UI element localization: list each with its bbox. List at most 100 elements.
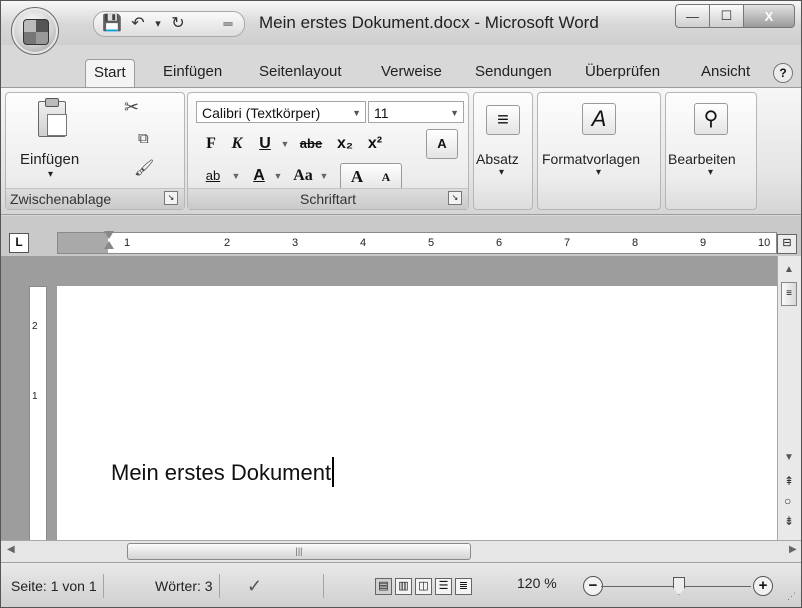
ruler-number: 2: [224, 237, 231, 249]
print-layout-icon[interactable]: ▤: [375, 578, 392, 595]
indent-marker-icon[interactable]: [104, 231, 114, 253]
vertical-ruler: 2 1: [29, 286, 47, 540]
scroll-right-icon[interactable]: ▶: [789, 544, 797, 555]
word-window: 💾 ↶ ▾ ↻ ═ Mein erstes Dokument.docx - Mi…: [0, 0, 802, 608]
superscript-button[interactable]: x²: [362, 131, 388, 157]
font-group: Calibri (Textkörper) ▼ 11 ▼ F K U ▼ abe …: [187, 92, 469, 210]
format-painter-icon[interactable]: 🖌: [134, 159, 154, 179]
ruler-number: 10: [758, 237, 771, 249]
font-color-dropdown-icon[interactable]: ▼: [272, 163, 284, 189]
view-ruler-icon[interactable]: ⊟: [777, 234, 797, 254]
tab-sendungen[interactable]: Sendungen: [467, 59, 560, 87]
document-page[interactable]: Mein erstes Dokument: [57, 286, 777, 540]
paragraph-group[interactable]: ≡ Absatz ▾: [473, 92, 533, 210]
ribbon-tabs: Start Einfügen Seitenlayout Verweise Sen…: [1, 57, 801, 87]
save-icon[interactable]: 💾: [102, 14, 122, 34]
full-screen-reading-icon[interactable]: ▥: [395, 578, 412, 595]
clear-formatting-button[interactable]: A: [426, 129, 458, 159]
tab-seitenlayout[interactable]: Seitenlayout: [251, 59, 350, 87]
zoom-in-button[interactable]: +: [753, 576, 773, 596]
copy-icon[interactable]: ⧉: [138, 129, 149, 149]
document-body[interactable]: Mein erstes Dokument: [111, 457, 335, 487]
undo-dropdown-icon[interactable]: ▾: [148, 14, 168, 34]
underline-button[interactable]: U: [254, 131, 276, 157]
undo-icon[interactable]: ↶: [128, 14, 148, 34]
shrink-font-button[interactable]: A: [373, 164, 399, 190]
grow-font-button[interactable]: A: [343, 164, 371, 190]
styles-label: Formatvorlagen: [542, 151, 641, 167]
customize-toolbar-icon[interactable]: ═: [218, 14, 238, 34]
tab-einfuegen[interactable]: Einfügen: [155, 59, 230, 87]
previous-page-icon[interactable]: ⇞: [784, 474, 794, 488]
zoom-out-button[interactable]: −: [583, 576, 603, 596]
horizontal-scroll-thumb[interactable]: |||: [127, 543, 471, 560]
zoom-slider-thumb[interactable]: [673, 577, 685, 595]
grow-shrink-box: A A: [340, 163, 402, 191]
word-count[interactable]: Wörter: 3: [149, 574, 220, 598]
redo-icon[interactable]: ↻: [168, 14, 188, 34]
paragraph-dropdown-icon: ▾: [499, 167, 505, 178]
tab-ansicht[interactable]: Ansicht: [693, 59, 758, 87]
font-launcher-icon[interactable]: ↘: [448, 191, 462, 205]
web-layout-icon[interactable]: ◫: [415, 578, 432, 595]
styles-group[interactable]: A Formatvorlagen ▾: [537, 92, 661, 210]
scroll-down-icon[interactable]: ▼: [784, 452, 794, 463]
help-icon[interactable]: ?: [773, 63, 793, 83]
clipboard-group: Einfügen ▾ ✂ ⧉ 🖌 Zwischenablage ↘: [5, 92, 185, 210]
draft-view-icon[interactable]: ≣: [455, 578, 472, 595]
ruler-left-margin: [58, 233, 108, 253]
cut-icon[interactable]: ✂: [124, 97, 139, 117]
minimize-button[interactable]: —: [675, 4, 710, 28]
zoom-level[interactable]: 120 %: [517, 575, 557, 591]
paste-button[interactable]: Einfügen ▾: [14, 98, 94, 187]
editing-group[interactable]: ⚲ Bearbeiten ▾: [665, 92, 757, 210]
underline-dropdown-icon[interactable]: ▼: [278, 131, 292, 157]
close-button[interactable]: X: [743, 4, 795, 28]
change-case-dropdown-icon[interactable]: ▼: [318, 163, 330, 189]
outline-view-icon[interactable]: ☰: [435, 578, 452, 595]
horizontal-scrollbar[interactable]: ◀ ||| ▶: [1, 540, 801, 562]
scroll-up-icon[interactable]: ▲: [784, 264, 794, 275]
font-name-combo[interactable]: Calibri (Textkörper) ▼: [196, 101, 366, 123]
clipboard-group-label: Zwischenablage: [6, 188, 184, 209]
subscript-button[interactable]: x₂: [332, 131, 358, 157]
change-case-button[interactable]: Aa: [288, 163, 318, 189]
tab-verweise[interactable]: Verweise: [373, 59, 450, 87]
paste-label: Einfügen: [20, 151, 80, 168]
browse-object-icon[interactable]: ○: [784, 494, 791, 508]
ruler-number: 5: [428, 237, 435, 249]
text-cursor: [332, 457, 335, 487]
tab-selector[interactable]: L: [9, 233, 29, 253]
paragraph-icon: ≡: [486, 105, 520, 135]
editing-dropdown-icon: ▾: [708, 167, 714, 178]
page-count[interactable]: Seite: 1 von 1: [5, 574, 104, 598]
ruler-number: 1: [124, 237, 131, 249]
paragraph-label: Absatz: [476, 151, 519, 167]
scroll-left-icon[interactable]: ◀: [7, 544, 15, 555]
highlight-button[interactable]: ab: [198, 163, 228, 189]
resize-grip-icon[interactable]: ⋰: [787, 591, 796, 602]
font-size-combo[interactable]: 11 ▼: [368, 101, 464, 123]
document-area: 2 1 Mein erstes Dokument: [1, 256, 777, 540]
highlight-dropdown-icon[interactable]: ▼: [230, 163, 242, 189]
maximize-button[interactable]: ☐: [709, 4, 744, 28]
ribbon: Einfügen ▾ ✂ ⧉ 🖌 Zwischenablage ↘ Calibr…: [1, 87, 801, 215]
office-button[interactable]: [11, 7, 59, 55]
proofing-icon[interactable]: ✓: [241, 574, 324, 598]
paste-arrow-icon: ▾: [48, 169, 54, 180]
font-color-button[interactable]: A: [248, 163, 270, 189]
bold-button[interactable]: F: [200, 131, 222, 157]
vertical-scroll-thumb[interactable]: ≡: [781, 282, 797, 306]
tab-start[interactable]: Start: [85, 59, 135, 87]
ruler-number: 9: [700, 237, 707, 249]
styles-dropdown-icon: ▾: [596, 167, 602, 178]
italic-button[interactable]: K: [226, 131, 248, 157]
clipboard-launcher-icon[interactable]: ↘: [164, 191, 178, 205]
tab-ueberpruefen[interactable]: Überprüfen: [577, 59, 668, 87]
ruler-row: L 1 2 3 4 5 6 7 8 9 10 ⊟: [1, 216, 801, 256]
horizontal-ruler[interactable]: 1 2 3 4 5 6 7 8 9 10: [57, 231, 777, 254]
next-page-icon[interactable]: ⇟: [784, 514, 794, 528]
font-name-value: Calibri (Textkörper): [202, 105, 321, 121]
strikethrough-button[interactable]: abe: [294, 131, 328, 157]
vertical-scrollbar[interactable]: ▲ ≡ ▼ ⇞ ○ ⇟: [777, 256, 801, 540]
